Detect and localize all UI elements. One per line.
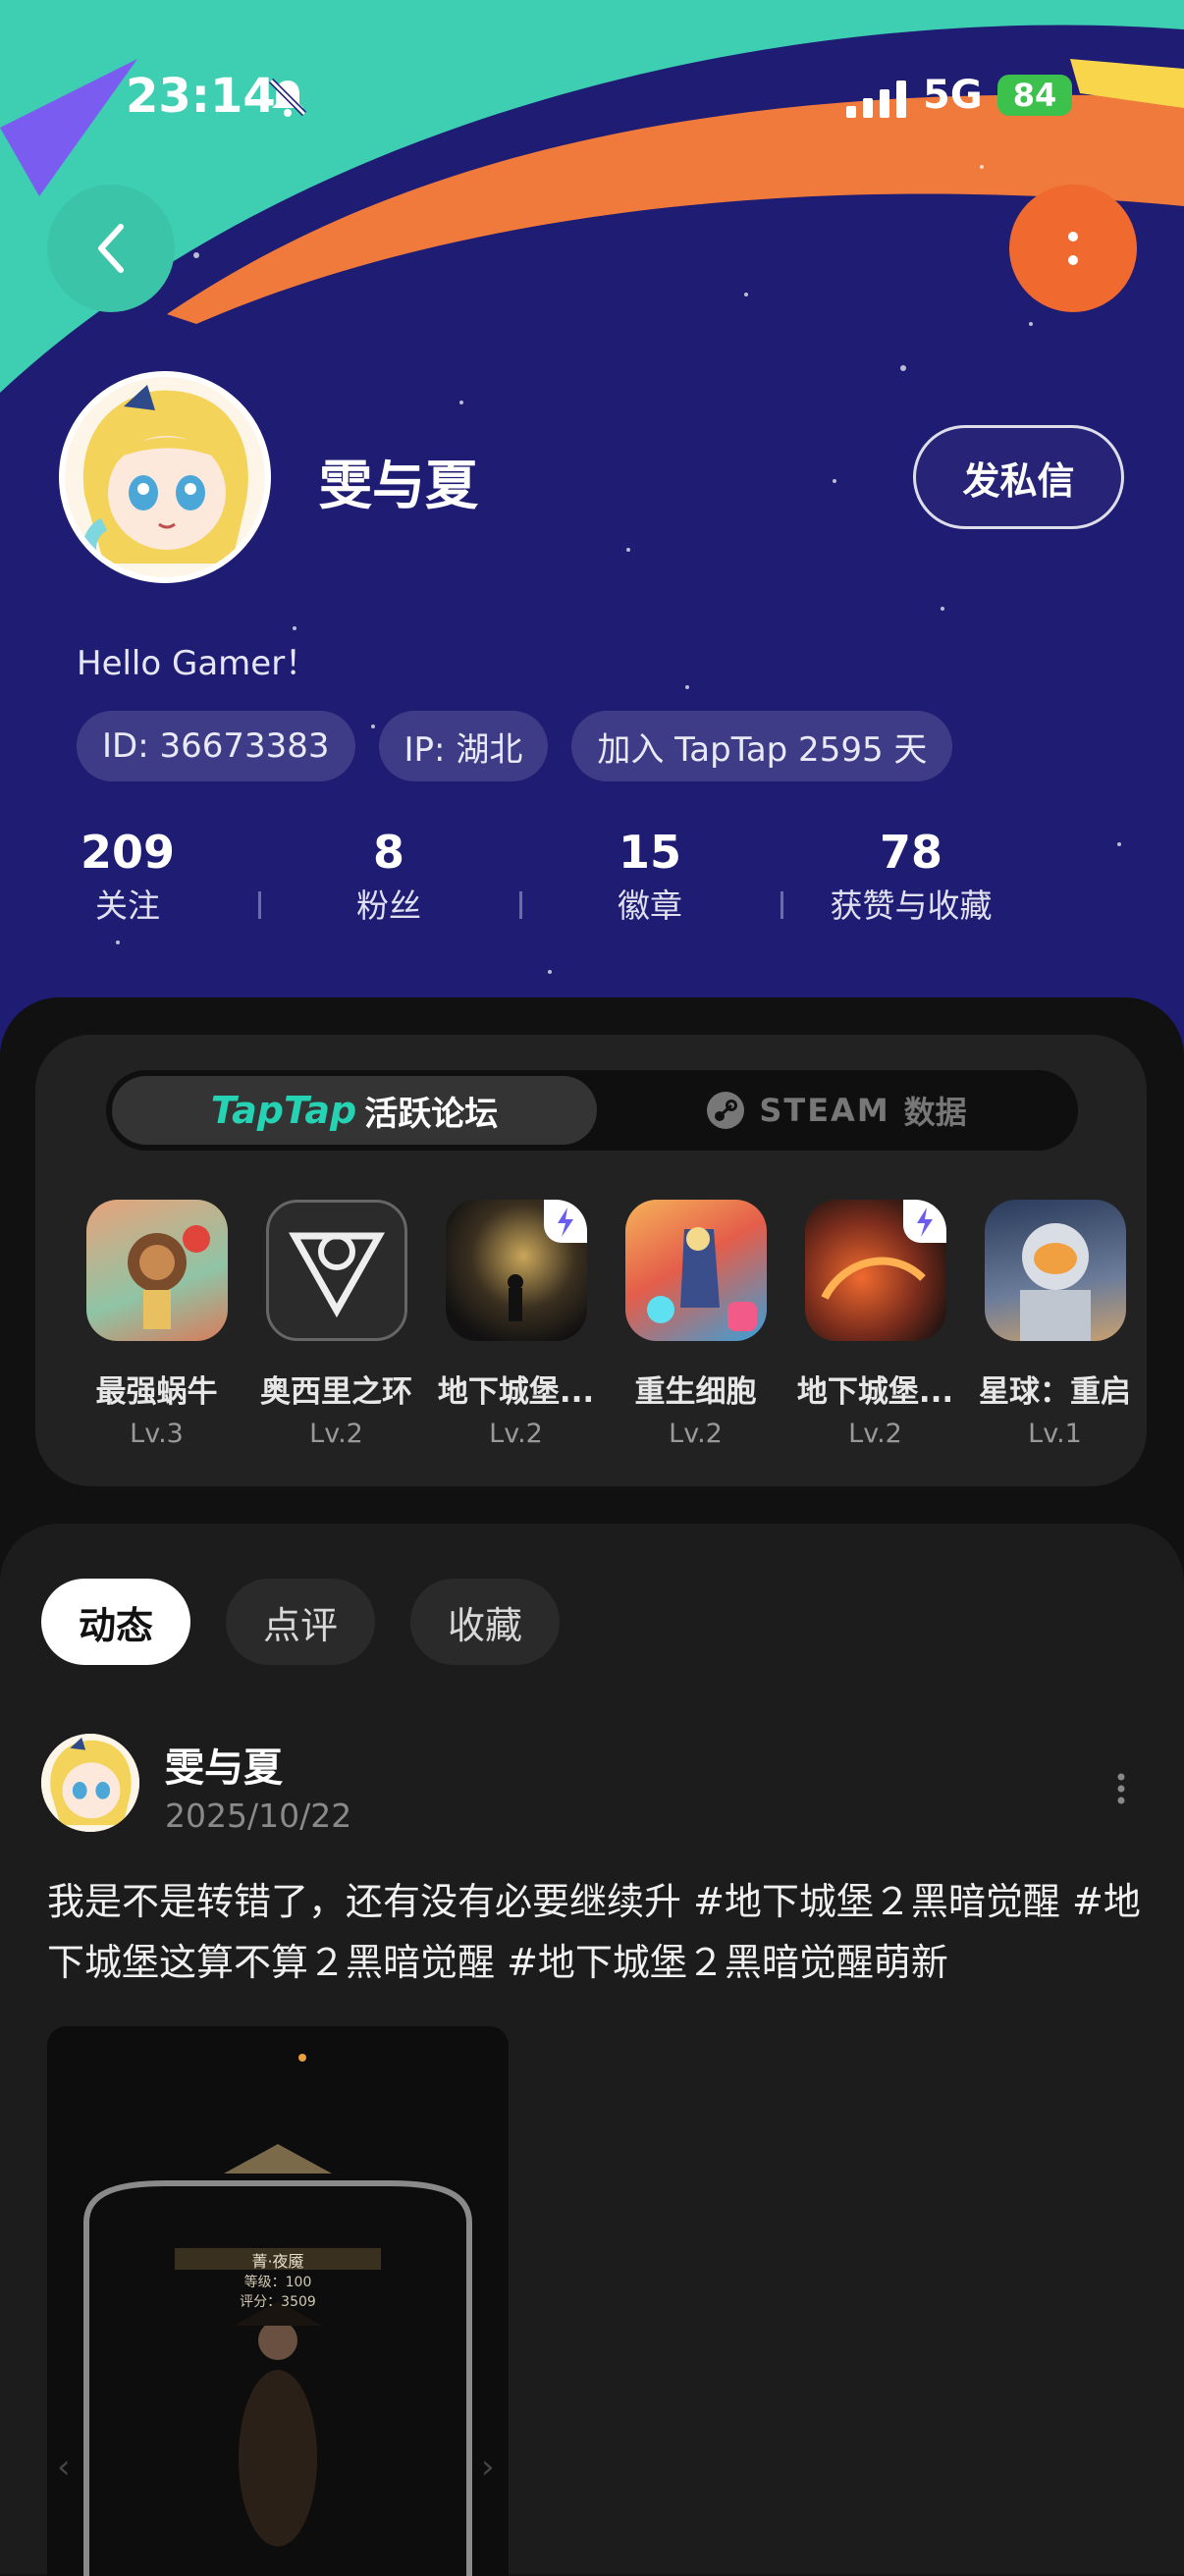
game-icon — [984, 1200, 1126, 1341]
user-id-chip: ID: 36673383 — [77, 711, 355, 781]
game-icon — [624, 1200, 767, 1341]
post-text: 我是不是转错了，还有没有必要继续升 #地下城堡２黑暗觉醒 #地下城堡这算不算２黑… — [47, 1880, 1141, 1984]
game-level: Lv.2 — [669, 1419, 723, 1449]
avatar-illustration — [65, 377, 265, 577]
avatar-illustration — [41, 1734, 139, 1832]
stat-badges-value: 15 — [618, 826, 681, 879]
status-time: 23:14 — [126, 69, 276, 124]
join-days-chip: 加入 TapTap 2595 天 — [571, 711, 953, 781]
status-bar: 23:14 5G 84 — [0, 0, 1184, 196]
game-icon — [85, 1200, 228, 1341]
game-item[interactable]: 星球：重启 Lv.1 — [965, 1200, 1145, 1449]
more-button[interactable] — [1009, 185, 1137, 312]
tab-taptap-forum[interactable]: TapTap 活跃论坛 — [112, 1076, 597, 1145]
game-name: 地下城堡... — [437, 1374, 595, 1410]
steam-label: STEAM — [759, 1092, 890, 1129]
taptap-logo: TapTap — [210, 1089, 357, 1132]
back-button[interactable] — [47, 185, 175, 312]
stat-likes-value: 78 — [879, 826, 942, 879]
tab-taptap-forum-label: 活跃论坛 — [364, 1094, 499, 1134]
battery-indicator: 84 — [997, 75, 1072, 116]
avatar[interactable] — [59, 371, 271, 583]
stat-followers-value: 8 — [372, 826, 404, 879]
profile-bio: Hello Gamer！ — [77, 644, 319, 683]
game-item[interactable]: 地下城堡... Lv.2 — [785, 1200, 965, 1449]
network-label: 5G — [923, 73, 983, 118]
stat-likes-label: 获赞与收藏 — [830, 886, 993, 925]
game-level: Lv.2 — [848, 1419, 902, 1449]
game-item[interactable]: 地下城堡... Lv.2 — [426, 1200, 606, 1449]
post-more-icon[interactable] — [1115, 1773, 1127, 1804]
game-item[interactable]: 重生细胞 Lv.2 — [606, 1200, 785, 1449]
taptap-badge — [543, 1200, 587, 1243]
tab-steam-data[interactable]: STEAM 数据 — [601, 1076, 1072, 1145]
stat-divider — [258, 891, 261, 919]
taptap-badge — [902, 1200, 946, 1243]
game-name: 最强蜗牛 — [95, 1374, 218, 1410]
stat-badges-label: 徽章 — [618, 886, 682, 925]
profile-chips: ID: 36673383 IP: 湖北 加入 TapTap 2595 天 — [77, 711, 953, 781]
svg-text:›: › — [481, 2447, 495, 2487]
game-level: Lv.2 — [489, 1419, 543, 1449]
image-caption-score: 评分：3509 — [240, 2294, 316, 2310]
games-list: 最强蜗牛 Lv.3 奥西里之环 Lv.2 地下城堡... Lv.2 重生细胞 L… — [67, 1200, 1184, 1455]
game-name: 地下城堡... — [796, 1374, 954, 1410]
game-icon — [265, 1200, 407, 1341]
stat-followers-label: 粉丝 — [356, 886, 421, 925]
stat-following[interactable]: 209 关注 — [20, 823, 236, 931]
feed-tabs: 动态 点评 收藏 — [41, 1579, 561, 1665]
game-item[interactable]: 奥西里之环 Lv.2 — [246, 1200, 426, 1449]
game-icon — [445, 1200, 587, 1341]
post-date: 2025/10/22 — [165, 1797, 352, 1835]
game-name: 重生细胞 — [634, 1374, 757, 1410]
post-author-name[interactable]: 雯与夏 — [165, 1736, 283, 1793]
bell-muted-icon — [268, 78, 307, 117]
stat-followers[interactable]: 8 粉丝 — [281, 823, 497, 931]
svg-text:‹: ‹ — [57, 2447, 71, 2487]
stat-likes[interactable]: 78 获赞与收藏 — [803, 823, 1019, 931]
profile-stats: 209 关注 8 粉丝 15 徽章 78 获赞与收藏 — [0, 823, 1041, 940]
stat-following-label: 关注 — [95, 886, 160, 925]
more-vertical-icon — [1068, 232, 1078, 265]
game-item[interactable]: 最强蜗牛 Lv.3 — [67, 1200, 246, 1449]
steam-icon — [707, 1092, 745, 1129]
signal-icon — [846, 80, 906, 118]
stat-following-value: 209 — [80, 826, 176, 879]
post-author-avatar[interactable] — [41, 1734, 139, 1832]
game-level: Lv.3 — [130, 1419, 184, 1449]
stat-divider — [519, 891, 522, 919]
tab-reviews[interactable]: 点评 — [226, 1579, 376, 1665]
game-level: Lv.2 — [309, 1419, 363, 1449]
ip-location-chip: IP: 湖北 — [378, 711, 549, 781]
game-level: Lv.1 — [1028, 1419, 1082, 1449]
game-name: 星球：重启 — [979, 1374, 1131, 1410]
profile-name: 雯与夏 — [319, 455, 478, 516]
tab-steam-data-label: 数据 — [903, 1094, 967, 1131]
image-caption-level: 等级：100 — [243, 2275, 312, 2290]
stat-badges[interactable]: 15 徽章 — [542, 823, 758, 931]
image-caption-title: 菁·夜魇 — [251, 2252, 304, 2271]
battery-level: 84 — [1012, 77, 1057, 114]
game-icon — [804, 1200, 946, 1341]
post-image[interactable]: ‹ › 菁·夜魇 等级：100 评分：3509 — [47, 2026, 509, 2576]
game-name: 奥西里之环 — [260, 1374, 412, 1410]
stat-divider — [780, 891, 783, 919]
chevron-left-icon — [98, 224, 124, 273]
tab-moments[interactable]: 动态 — [41, 1579, 191, 1665]
tab-favorites[interactable]: 收藏 — [410, 1579, 561, 1665]
send-message-button[interactable]: 发私信 — [913, 425, 1124, 529]
